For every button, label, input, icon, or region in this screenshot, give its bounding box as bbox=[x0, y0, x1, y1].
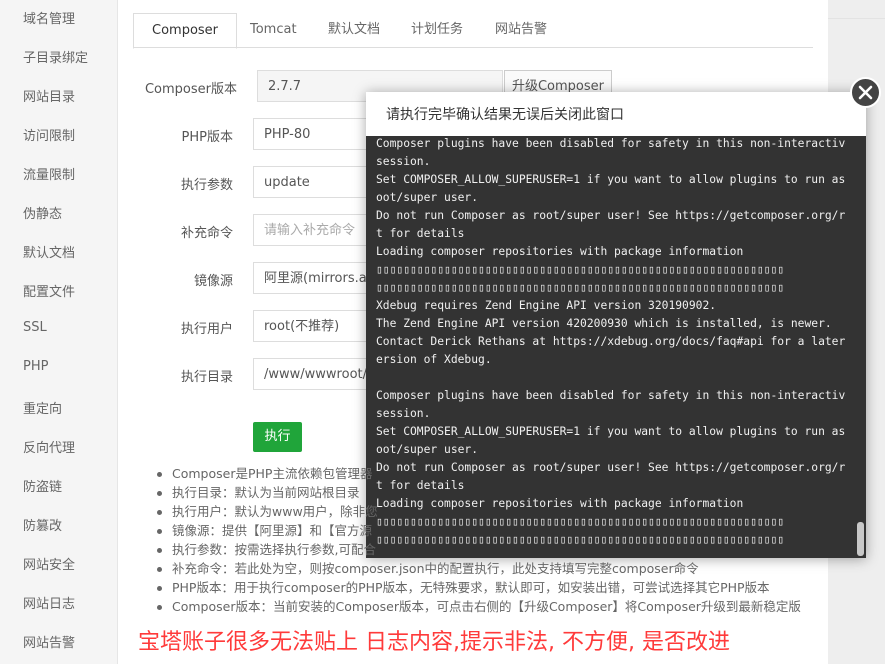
help-note-text: PHP版本：用于执行composer的PHP版本，无特殊要求，默认即可，如安装出… bbox=[172, 580, 770, 595]
execute-button[interactable]: 执行 bbox=[253, 422, 302, 452]
help-note: 执行目录：默认为当前网站根目录 bbox=[157, 482, 360, 501]
console-line: ▯▯▯▯▯▯▯▯▯▯▯▯▯▯▯▯▯▯▯▯▯▯▯▯▯▯▯▯▯▯▯▯▯▯▯▯▯▯▯▯… bbox=[376, 281, 785, 294]
bullet-icon bbox=[157, 605, 162, 610]
sidebar-item[interactable]: 重定向 bbox=[23, 398, 62, 417]
mirror-label: 镜像源 bbox=[193, 274, 233, 289]
console-line: Composer plugins have been disabled for … bbox=[376, 137, 846, 150]
console-line: ▯▯▯▯▯▯▯▯▯▯▯▯▯▯▯▯▯▯▯▯▯▯▯▯▯▯▯▯▯▯▯▯▯▯▯▯▯▯▯▯… bbox=[376, 515, 785, 528]
console-line: Set COMPOSER_ALLOW_SUPERUSER=1 if you wa… bbox=[376, 425, 846, 438]
bullet-icon bbox=[157, 472, 162, 477]
tab-default-doc[interactable]: 默认文档 bbox=[310, 13, 398, 47]
sidebar-item[interactable]: 反向代理 bbox=[23, 437, 75, 456]
output-dialog: 请执行完毕确认结果无误后关闭此窗口 Composer plugins have … bbox=[366, 92, 866, 558]
help-note: Composer是PHP主流依赖包管理器 bbox=[157, 463, 372, 482]
sidebar-item[interactable]: 访问限制 bbox=[23, 125, 75, 144]
help-note-text: 镜像源：提供【阿里源】和【官方源 bbox=[172, 523, 373, 538]
bullet-icon bbox=[157, 510, 162, 515]
console-line: Do not run Composer as root/super user! … bbox=[376, 209, 846, 222]
console-line: The Zend Engine API version 420200930 wh… bbox=[376, 317, 832, 330]
help-note-text: 执行用户：默认为www用户，除非您 bbox=[172, 504, 378, 519]
console-line: oot/super user. bbox=[376, 443, 479, 456]
console-line: Composer plugins have been disabled for … bbox=[376, 389, 846, 402]
console-line: Loading composer repositories with packa… bbox=[376, 497, 744, 510]
console-line: Set COMPOSER_ALLOW_SUPERUSER=1 if you wa… bbox=[376, 173, 846, 186]
bullet-icon bbox=[157, 529, 162, 534]
console-line: session. bbox=[376, 155, 431, 168]
exec-param-label: 执行参数 bbox=[180, 178, 233, 193]
sidebar-item[interactable]: 伪静态 bbox=[23, 203, 62, 222]
console-line: session. bbox=[376, 407, 431, 420]
console-line: Contact Derick Rethans at https://xdebug… bbox=[376, 335, 846, 348]
sidebar-item[interactable]: 防盗链 bbox=[23, 476, 62, 495]
help-note: 执行参数：按需选择执行参数,可配合 bbox=[157, 539, 376, 558]
console-line: ▯▯▯▯▯▯▯▯▯▯▯▯▯▯▯▯▯▯▯▯▯▯▯▯▯▯▯▯▯▯▯▯▯▯▯▯▯▯▯▯… bbox=[376, 263, 785, 276]
console-lines: Composer plugins have been disabled for … bbox=[376, 136, 846, 558]
sidebar-item[interactable]: 默认文档 bbox=[23, 242, 75, 261]
help-note: 镜像源：提供【阿里源】和【官方源 bbox=[157, 520, 372, 539]
help-note: Composer版本：当前安装的Composer版本，可点击右侧的【升级Comp… bbox=[157, 596, 801, 615]
sidebar: 域名管理子目录绑定网站目录访问限制流量限制伪静态默认文档配置文件 SSL PHP 重定… bbox=[0, 0, 117, 664]
help-note-text: Composer是PHP主流依赖包管理器 bbox=[172, 466, 373, 481]
help-note: 执行用户：默认为www用户，除非您 bbox=[157, 501, 378, 520]
console-scrollbar[interactable] bbox=[857, 522, 864, 556]
divider bbox=[827, 18, 885, 19]
tab-divider bbox=[133, 47, 813, 48]
tab-composer[interactable]: Composer bbox=[133, 13, 238, 49]
console-line: t for details bbox=[376, 479, 465, 492]
annotation-caption: 宝塔账子很多无法贴上 日志内容,提示非法, 不方便, 是否改进 bbox=[138, 630, 730, 655]
bullet-icon bbox=[157, 567, 162, 572]
tab-tomcat[interactable]: Tomcat bbox=[232, 13, 315, 47]
tab-cron[interactable]: 计划任务 bbox=[393, 13, 481, 47]
exec-user-label: 执行用户 bbox=[180, 322, 233, 337]
sidebar-item[interactable]: 网站告警 bbox=[23, 632, 75, 651]
help-note-text: 补充命令：若此处为空，则按composer.json中的配置执行，此处支持填写完… bbox=[172, 561, 699, 576]
console-line: ersion of Xdebug. bbox=[376, 353, 492, 366]
help-note-text: Composer版本：当前安装的Composer版本，可点击右侧的【升级Comp… bbox=[172, 599, 801, 614]
sidebar-item[interactable]: 域名管理 bbox=[23, 8, 75, 27]
bullet-icon bbox=[157, 586, 162, 591]
console-line: oot/super user. bbox=[376, 191, 479, 204]
sidebar-item[interactable]: 网站安全 bbox=[23, 554, 75, 573]
sidebar-item[interactable]: 流量限制 bbox=[23, 164, 75, 183]
exec-dir-label: 执行目录 bbox=[180, 370, 233, 385]
console-line: Loading composer repositories with packa… bbox=[376, 245, 744, 258]
sidebar-item[interactable]: 网站目录 bbox=[23, 86, 75, 105]
sidebar-item[interactable]: SSL bbox=[23, 320, 47, 335]
php-version-label: PHP版本 bbox=[181, 130, 233, 145]
sidebar-item[interactable]: 防篡改 bbox=[23, 515, 62, 534]
sidebar-item[interactable]: 网站日志 bbox=[23, 593, 75, 612]
help-note-text: 执行参数：按需选择执行参数,可配合 bbox=[172, 542, 376, 557]
sidebar-item[interactable]: 子目录绑定 bbox=[23, 47, 88, 66]
console-line: t for details bbox=[376, 227, 465, 240]
console-output[interactable]: Composer plugins have been disabled for … bbox=[366, 136, 866, 558]
tab-site-alert[interactable]: 网站告警 bbox=[477, 13, 565, 47]
help-note-text: 执行目录：默认为当前网站根目录 bbox=[172, 485, 360, 500]
console-line: ▯▯▯▯▯▯▯▯▯▯▯▯▯▯▯▯▯▯▯▯▯▯▯▯▯▯▯▯▯▯▯▯▯▯▯▯▯▯▯▯… bbox=[376, 533, 785, 546]
help-note: 补充命令：若此处为空，则按composer.json中的配置执行，此处支持填写完… bbox=[157, 558, 699, 577]
sidebar-item[interactable]: 配置文件 bbox=[23, 281, 75, 300]
bullet-icon bbox=[157, 548, 162, 553]
dialog-title: 请执行完毕确认结果无误后关闭此窗口 bbox=[386, 107, 624, 123]
help-note: PHP版本：用于执行composer的PHP版本，无特殊要求，默认即可，如安装出… bbox=[157, 577, 770, 596]
sidebar-item[interactable]: PHP bbox=[23, 359, 48, 374]
console-line: Do not run Composer as root/super user! … bbox=[376, 461, 846, 474]
close-dialog-button[interactable] bbox=[850, 77, 881, 108]
bullet-icon bbox=[157, 491, 162, 496]
extra-cmd-label: 补充命令 bbox=[180, 226, 233, 241]
console-line: Xdebug requires Zend Engine API version … bbox=[376, 299, 717, 312]
composer-version-label: Composer版本 bbox=[144, 82, 237, 97]
close-icon bbox=[858, 85, 873, 100]
